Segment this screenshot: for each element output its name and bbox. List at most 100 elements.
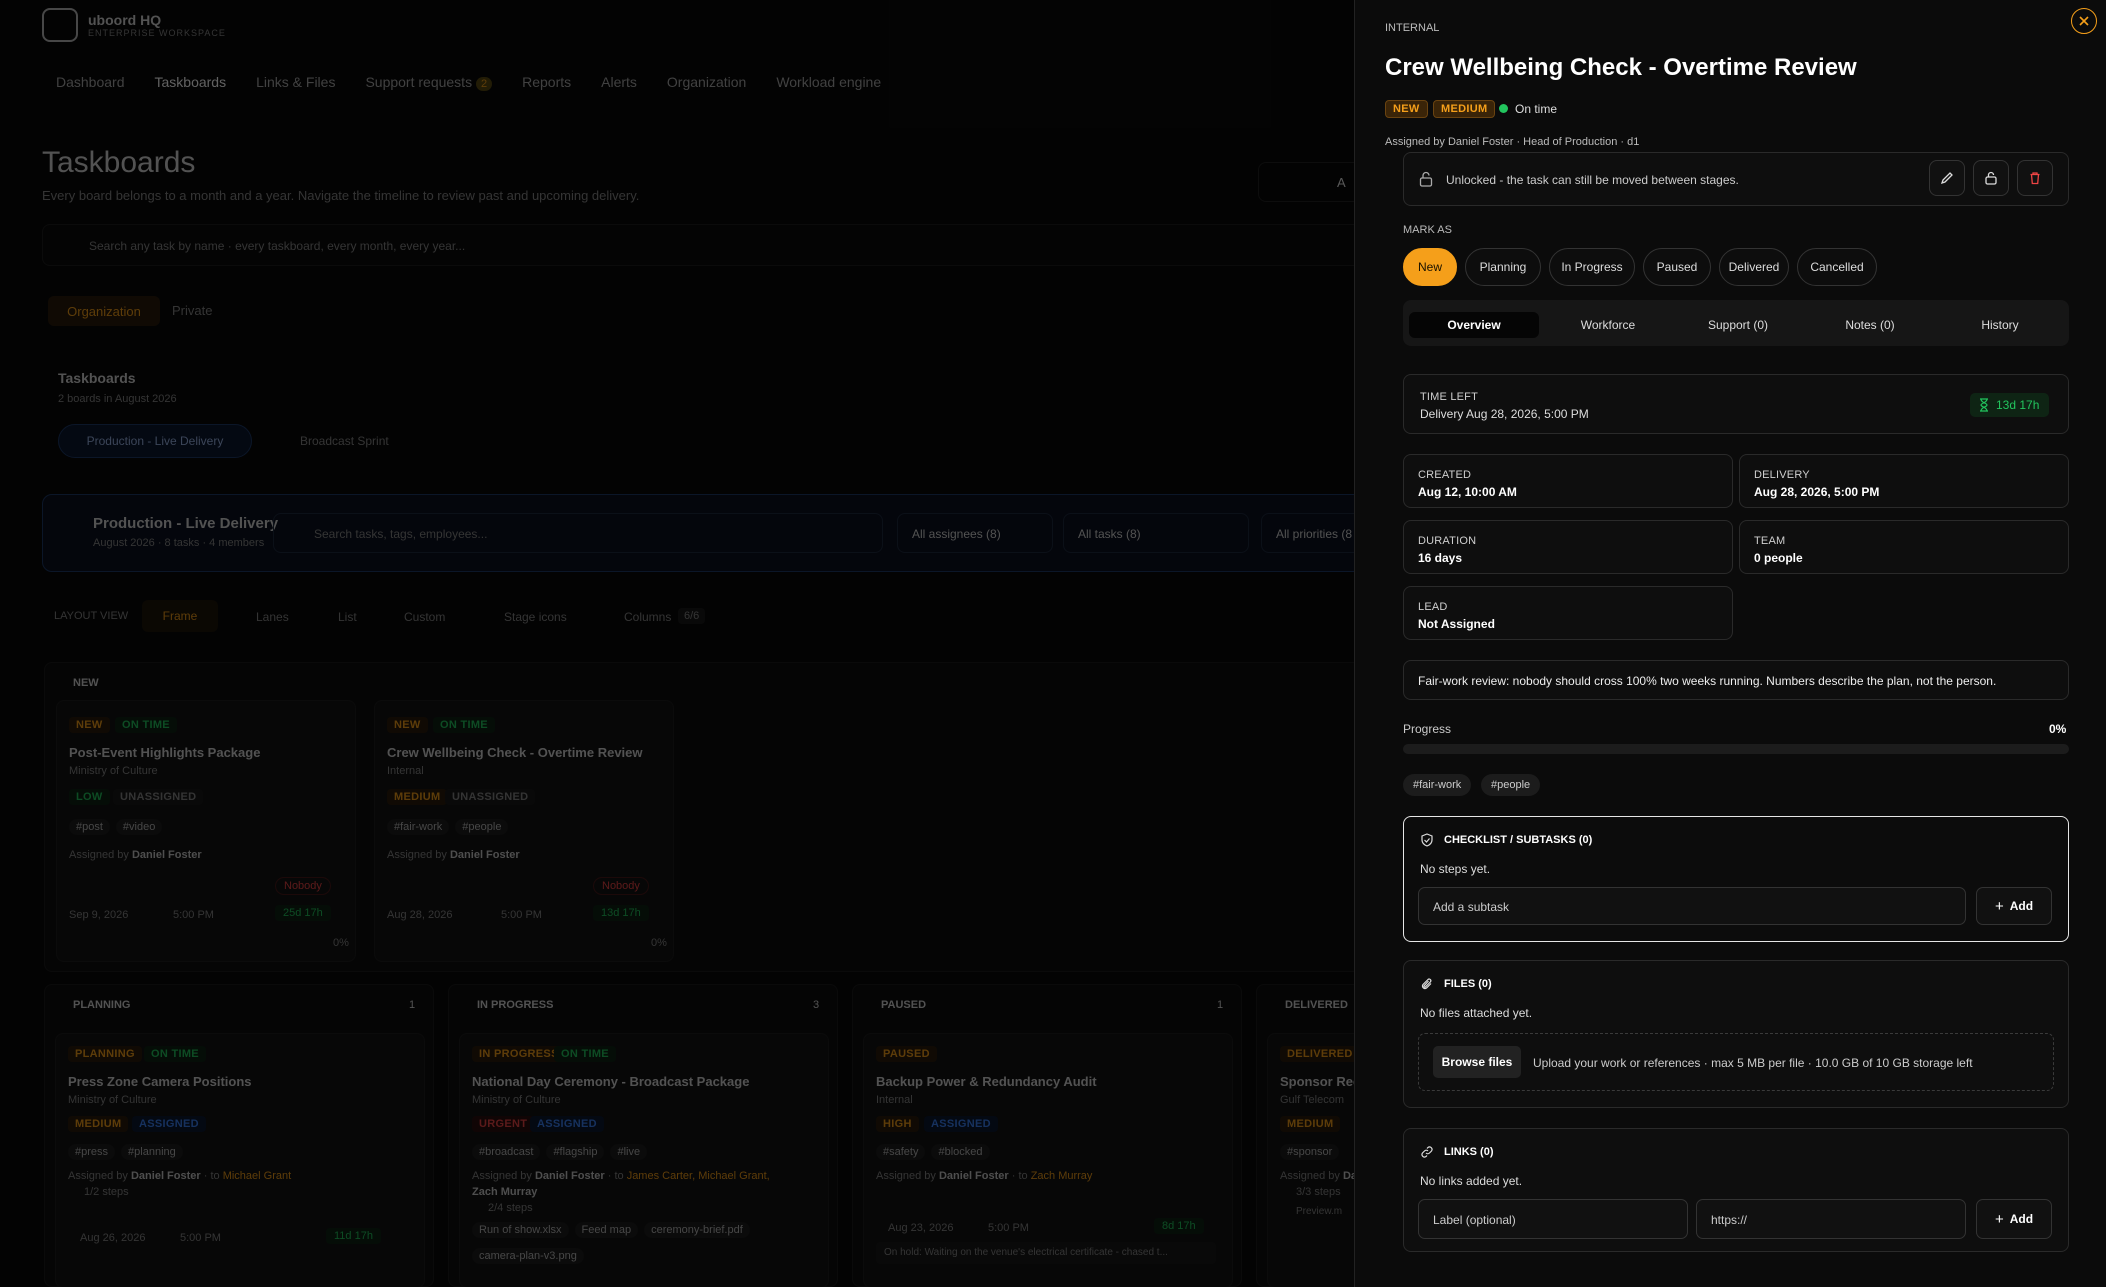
stage-new[interactable]: New bbox=[1403, 248, 1457, 286]
card-assign-state: ASSIGNED bbox=[530, 1116, 604, 1132]
card-file[interactable]: camera-plan-v3.png bbox=[472, 1248, 584, 1264]
columns-toggle[interactable]: Columns bbox=[624, 610, 671, 624]
card-status: IN PROGRESS bbox=[472, 1046, 566, 1062]
time-left-delivery: Delivery Aug 28, 2026, 5:00 PM bbox=[1420, 407, 1589, 421]
scope-tab-private[interactable]: Private bbox=[172, 303, 212, 318]
card-date: Aug 28, 2026 bbox=[387, 909, 453, 921]
stage-cancelled[interactable]: Cancelled bbox=[1797, 248, 1877, 286]
view-custom[interactable]: Custom bbox=[404, 610, 445, 624]
link-url-input[interactable]: https:// bbox=[1696, 1199, 1966, 1239]
card-tag: #post bbox=[69, 819, 110, 835]
files-panel: FILES (0) No files attached yet. Browse … bbox=[1403, 960, 2069, 1108]
edit-button[interactable] bbox=[1929, 160, 1965, 196]
card-tag: #blocked bbox=[931, 1144, 990, 1160]
card-org: Internal bbox=[876, 1094, 913, 1106]
tab-notes[interactable]: Notes (0) bbox=[1805, 312, 1935, 338]
duration-label: DURATION bbox=[1418, 535, 1477, 547]
card-priority: MEDIUM bbox=[1280, 1116, 1341, 1132]
add-link-button[interactable]: + Add bbox=[1976, 1199, 2052, 1239]
nav-reports[interactable]: Reports bbox=[522, 74, 571, 90]
boards-count: 2 boards in August 2026 bbox=[58, 393, 177, 405]
subtask-input[interactable]: Add a subtask bbox=[1418, 887, 1966, 925]
column-new-title: NEW bbox=[73, 677, 99, 689]
delivery-value: Aug 28, 2026, 5:00 PM bbox=[1754, 485, 1880, 499]
task-filter[interactable]: All tasks (8) bbox=[1063, 513, 1249, 553]
progress-value: 0% bbox=[2049, 722, 2067, 736]
lock-button[interactable] bbox=[1973, 160, 2009, 196]
files-title: FILES (0) bbox=[1444, 978, 1492, 990]
task-tag[interactable]: #people bbox=[1481, 774, 1541, 796]
timeline-nav[interactable]: A bbox=[1258, 162, 1368, 202]
tab-workforce[interactable]: Workforce bbox=[1543, 312, 1673, 338]
task-tag[interactable]: #fair-work bbox=[1403, 774, 1472, 796]
card-file[interactable]: Run of show.xlsx bbox=[472, 1222, 569, 1238]
card-status: NEW bbox=[387, 717, 428, 733]
nav-links-files[interactable]: Links & Files bbox=[256, 74, 335, 90]
card-hold-note: On hold: Waiting on the venue's electric… bbox=[876, 1242, 1216, 1264]
hourglass-icon bbox=[1980, 398, 1988, 412]
close-button[interactable] bbox=[2071, 8, 2097, 34]
card-date: Sep 9, 2026 bbox=[69, 909, 129, 921]
column-paused: PAUSED 1 PAUSED Backup Power & Redundanc… bbox=[852, 984, 1242, 1287]
view-lanes[interactable]: Lanes bbox=[256, 610, 289, 624]
tab-support[interactable]: Support (0) bbox=[1673, 312, 1803, 338]
task-title: Crew Wellbeing Check - Overtime Review bbox=[1385, 54, 1857, 81]
board-chip-broadcast[interactable]: Broadcast Sprint bbox=[300, 434, 389, 448]
stage-delivered[interactable]: Delivered bbox=[1719, 248, 1789, 286]
card-file[interactable]: Feed map bbox=[574, 1222, 639, 1238]
task-card[interactable]: NEW ON TIME Post-Event Highlights Packag… bbox=[56, 700, 356, 962]
nav-workload[interactable]: Workload engine bbox=[776, 74, 881, 90]
board-chip-production[interactable]: Production - Live Delivery bbox=[58, 424, 252, 458]
tab-overview[interactable]: Overview bbox=[1409, 312, 1539, 338]
nav-taskboards[interactable]: Taskboards bbox=[155, 74, 227, 90]
delivery-panel: DELIVERY Aug 28, 2026, 5:00 PM bbox=[1739, 454, 2069, 508]
scope-tab-organization[interactable]: Organization bbox=[48, 296, 160, 326]
board-search[interactable]: Search tasks, tags, employees... bbox=[273, 513, 883, 553]
progress-label: Progress bbox=[1403, 722, 1452, 736]
view-list[interactable]: List bbox=[338, 610, 357, 624]
global-search[interactable]: Search any task by name · every taskboar… bbox=[42, 224, 1372, 266]
nav-alerts[interactable]: Alerts bbox=[601, 74, 637, 90]
boards-title: Taskboards bbox=[58, 370, 136, 386]
card-time: 5:00 PM bbox=[173, 909, 214, 921]
page-subtitle: Every board belongs to a month and a yea… bbox=[42, 188, 640, 203]
card-title: Post-Event Highlights Package bbox=[69, 745, 261, 760]
delete-button[interactable] bbox=[2017, 160, 2053, 196]
card-tag: #people bbox=[455, 819, 509, 835]
card-file[interactable]: ceremony-brief.pdf bbox=[644, 1222, 750, 1238]
stage-icons-toggle[interactable]: Stage icons bbox=[504, 610, 567, 624]
stage-paused[interactable]: Paused bbox=[1643, 248, 1711, 286]
assignee-filter[interactable]: All assignees (8) bbox=[897, 513, 1053, 553]
link-label-input[interactable]: Label (optional) bbox=[1418, 1199, 1688, 1239]
upload-hint: Upload your work or references · max 5 M… bbox=[1533, 1056, 1973, 1070]
card-date: Aug 26, 2026 bbox=[80, 1232, 146, 1244]
nav-organization[interactable]: Organization bbox=[667, 74, 746, 90]
card-tag: #flagship bbox=[546, 1144, 605, 1160]
timeline-date: A bbox=[1337, 175, 1346, 190]
file-dropzone[interactable]: Browse files Upload your work or referen… bbox=[1418, 1033, 2054, 1091]
browse-files-button[interactable]: Browse files bbox=[1433, 1046, 1521, 1078]
lead-panel: LEAD Not Assigned bbox=[1403, 586, 1733, 640]
delivery-label: DELIVERY bbox=[1754, 469, 1810, 481]
tab-history[interactable]: History bbox=[1935, 312, 2065, 338]
task-card[interactable]: PLANNING ON TIME Press Zone Camera Posit… bbox=[55, 1033, 425, 1287]
stage-planning[interactable]: Planning bbox=[1465, 248, 1541, 286]
card-assignee-more: Zach Murray bbox=[472, 1186, 538, 1198]
shield-check-icon bbox=[1421, 833, 1433, 847]
lock-panel: Unlocked - the task can still be moved b… bbox=[1403, 152, 2069, 206]
stage-in-progress[interactable]: In Progress bbox=[1549, 248, 1635, 286]
nav-dashboard[interactable]: Dashboard bbox=[56, 74, 125, 90]
card-assigned-by: Assigned by Daniel Foster · to Michael G… bbox=[68, 1170, 292, 1182]
card-assigner: Daniel Foster bbox=[130, 1170, 201, 1182]
add-subtask-button[interactable]: + Add bbox=[1976, 887, 2052, 925]
lead-label: LEAD bbox=[1418, 601, 1448, 613]
view-frame[interactable]: Frame bbox=[142, 600, 218, 632]
card-file[interactable]: Preview.m bbox=[1296, 1206, 1342, 1217]
card-assign-state: UNASSIGNED bbox=[445, 789, 536, 805]
card-progress: 0% bbox=[333, 937, 349, 949]
links-title: LINKS (0) bbox=[1444, 1146, 1494, 1158]
nav-support[interactable]: Support requests 2 bbox=[365, 74, 493, 91]
task-card[interactable]: IN PROGRESS ON TIME National Day Ceremon… bbox=[459, 1033, 829, 1287]
task-card[interactable]: NEW ON TIME Crew Wellbeing Check - Overt… bbox=[374, 700, 674, 962]
task-card[interactable]: PAUSED Backup Power & Redundancy Audit I… bbox=[863, 1033, 1233, 1287]
